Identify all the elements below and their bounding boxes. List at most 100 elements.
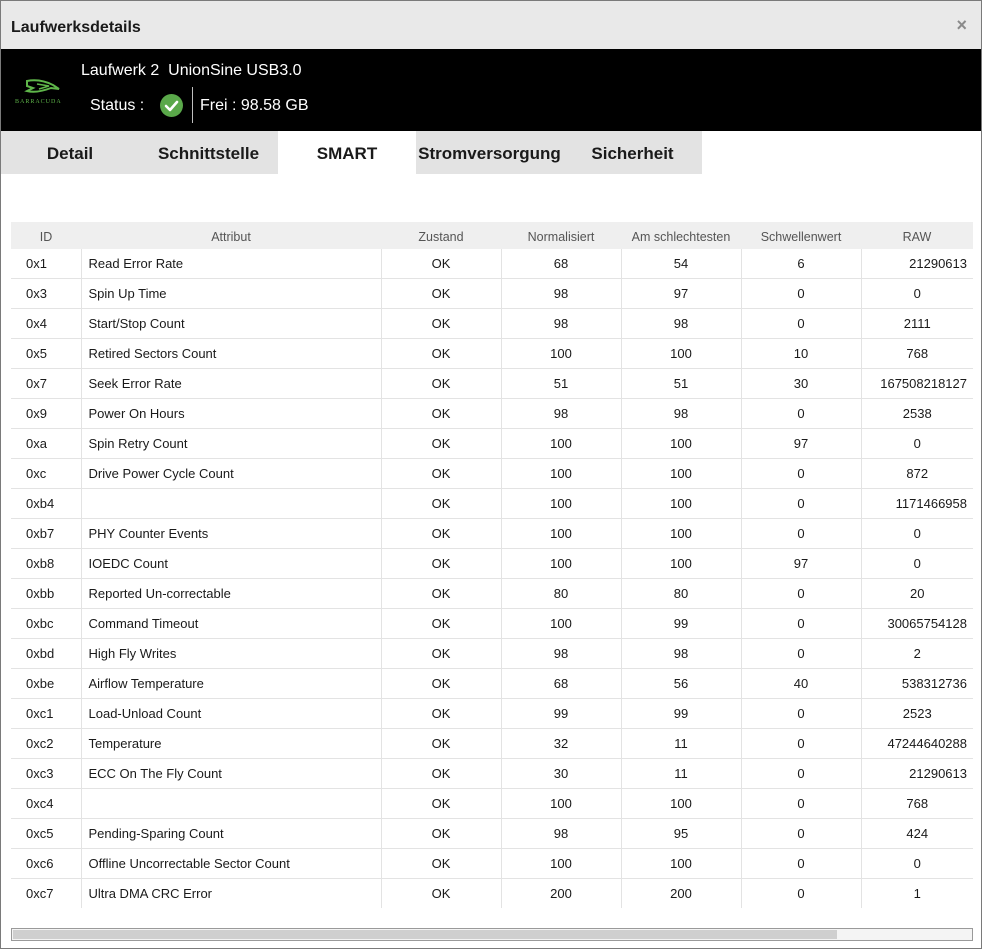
cell-threshold: 0 [741, 638, 862, 669]
cell-raw: 2538 [861, 398, 973, 429]
table-row[interactable]: 0xbd High Fly Writes OK 98 98 0 2 [11, 638, 973, 669]
table-row[interactable]: 0x3 Spin Up Time OK 98 97 0 0 [11, 278, 973, 309]
cell-raw: 21290613 [861, 758, 973, 789]
cell-raw: 0 [861, 428, 973, 459]
cell-normalized: 100 [501, 338, 622, 369]
cell-normalized: 80 [501, 578, 622, 609]
drive-details-window: Laufwerksdetails × BARRACUDA Laufwerk 2 … [0, 0, 982, 949]
tab-detail[interactable]: Detail [1, 131, 139, 174]
cell-worst: 100 [621, 428, 742, 459]
column-header-id[interactable]: ID [11, 222, 81, 249]
cell-threshold: 0 [741, 518, 862, 549]
horizontal-scrollbar[interactable] [11, 928, 973, 941]
cell-id: 0xb7 [11, 518, 82, 549]
cell-state: OK [381, 488, 502, 519]
table-row[interactable]: 0xc6 Offline Uncorrectable Sector Count OK… [11, 848, 973, 879]
cell-threshold: 97 [741, 428, 862, 459]
table-row[interactable]: 0xa Spin Retry Count OK 100 100 97 0 [11, 428, 973, 459]
header-divider [192, 87, 193, 123]
table-row[interactable]: 0xbb Reported Un-correctable OK 80 80 0 20 [11, 578, 973, 609]
table-row[interactable]: 0xb7 PHY Counter Events OK 100 100 0 0 [11, 518, 973, 549]
table-row[interactable]: 0xc2 Temperature OK 32 11 0 47244640288 [11, 728, 973, 759]
cell-worst: 100 [621, 518, 742, 549]
cell-worst: 51 [621, 368, 742, 399]
table-row[interactable]: 0xbe Airflow Temperature OK 68 56 40 538312736 [11, 668, 973, 699]
cell-attribute: Seek Error Rate [81, 368, 382, 399]
tab-smart[interactable]: SMART [278, 131, 416, 174]
cell-raw: 1171466958 [861, 488, 973, 519]
cell-raw: 2111 [861, 308, 973, 339]
table-row[interactable]: 0xc7 Ultra DMA CRC Error OK 200 200 0 1 [11, 878, 973, 908]
scrollbar-thumb[interactable] [13, 930, 837, 939]
tab-power-supply[interactable]: Stromversorgung [416, 131, 563, 174]
table-row[interactable]: 0xb8 IOEDC Count OK 100 100 97 0 [11, 548, 973, 579]
table-row[interactable]: 0x4 Start/Stop Count OK 98 98 0 2111 [11, 308, 973, 339]
cell-threshold: 0 [741, 758, 862, 789]
close-icon[interactable]: × [956, 16, 967, 34]
table-row[interactable]: 0xc1 Load-Unload Count OK 99 99 0 2523 [11, 698, 973, 729]
table-row[interactable]: 0xc4 OK 100 100 0 768 [11, 788, 973, 819]
cell-raw: 47244640288 [861, 728, 973, 759]
column-header-state[interactable]: Zustand [381, 222, 501, 249]
column-header-attribute[interactable]: Attribut [81, 222, 381, 249]
cell-state: OK [381, 338, 502, 369]
cell-normalized: 100 [501, 518, 622, 549]
cell-worst: 200 [621, 878, 742, 908]
cell-state: OK [381, 548, 502, 579]
cell-normalized: 100 [501, 428, 622, 459]
barracuda-logo-icon [24, 79, 60, 93]
tab-interface[interactable]: Schnittstelle [139, 131, 278, 174]
cell-normalized: 200 [501, 878, 622, 908]
table-row[interactable]: 0xc3 ECC On The Fly Count OK 30 11 0 21290613 [11, 758, 973, 789]
barracuda-logo: BARRACUDA [15, 77, 73, 109]
cell-state: OK [381, 398, 502, 429]
cell-worst: 100 [621, 548, 742, 579]
cell-attribute: Temperature [81, 728, 382, 759]
table-row[interactable]: 0x7 Seek Error Rate OK 51 51 30 167508218127 [11, 368, 973, 399]
table-row[interactable]: 0xbc Command Timeout OK 100 99 0 30065754128 [11, 608, 973, 639]
cell-threshold: 0 [741, 578, 862, 609]
cell-threshold: 10 [741, 338, 862, 369]
cell-worst: 54 [621, 249, 742, 279]
table-row[interactable]: 0xc Drive Power Cycle Count OK 100 100 0 872 [11, 458, 973, 489]
cell-state: OK [381, 518, 502, 549]
cell-threshold: 0 [741, 728, 862, 759]
cell-id: 0x5 [11, 338, 82, 369]
cell-raw: 167508218127 [861, 368, 973, 399]
cell-worst: 98 [621, 638, 742, 669]
tab-bar: Detail Schnittstelle SMART Stromversorgu… [1, 131, 702, 174]
cell-raw: 768 [861, 788, 973, 819]
cell-attribute: High Fly Writes [81, 638, 382, 669]
cell-threshold: 0 [741, 788, 862, 819]
smart-table-container[interactable]: ID Attribut Zustand Normalisiert Am schl… [11, 222, 973, 908]
table-row[interactable]: 0xb4 OK 100 100 0 1171466958 [11, 488, 973, 519]
free-space-label: Frei : 98.58 GB [200, 97, 309, 114]
cell-id: 0x7 [11, 368, 82, 399]
cell-threshold: 0 [741, 698, 862, 729]
cell-raw: 2523 [861, 698, 973, 729]
cell-normalized: 32 [501, 728, 622, 759]
column-header-normalized[interactable]: Normalisiert [501, 222, 621, 249]
column-header-worst[interactable]: Am schlechtesten [621, 222, 741, 249]
cell-threshold: 0 [741, 608, 862, 639]
cell-worst: 100 [621, 488, 742, 519]
table-row[interactable]: 0x1 Read Error Rate OK 68 54 6 21290613 [11, 249, 973, 279]
cell-state: OK [381, 668, 502, 699]
cell-attribute: IOEDC Count [81, 548, 382, 579]
column-header-threshold[interactable]: Schwellenwert [741, 222, 861, 249]
cell-normalized: 100 [501, 788, 622, 819]
cell-worst: 98 [621, 398, 742, 429]
cell-id: 0x9 [11, 398, 82, 429]
cell-attribute: Ultra DMA CRC Error [81, 878, 382, 908]
tab-security[interactable]: Sicherheit [563, 131, 702, 174]
cell-raw: 21290613 [861, 249, 973, 279]
cell-attribute: PHY Counter Events [81, 518, 382, 549]
cell-state: OK [381, 698, 502, 729]
cell-id: 0x3 [11, 278, 82, 309]
table-row[interactable]: 0x5 Retired Sectors Count OK 100 100 10 768 [11, 338, 973, 369]
cell-worst: 97 [621, 278, 742, 309]
column-header-raw[interactable]: RAW [861, 222, 973, 249]
table-row[interactable]: 0x9 Power On Hours OK 98 98 0 2538 [11, 398, 973, 429]
cell-threshold: 40 [741, 668, 862, 699]
table-row[interactable]: 0xc5 Pending-Sparing Count OK 98 95 0 424 [11, 818, 973, 849]
